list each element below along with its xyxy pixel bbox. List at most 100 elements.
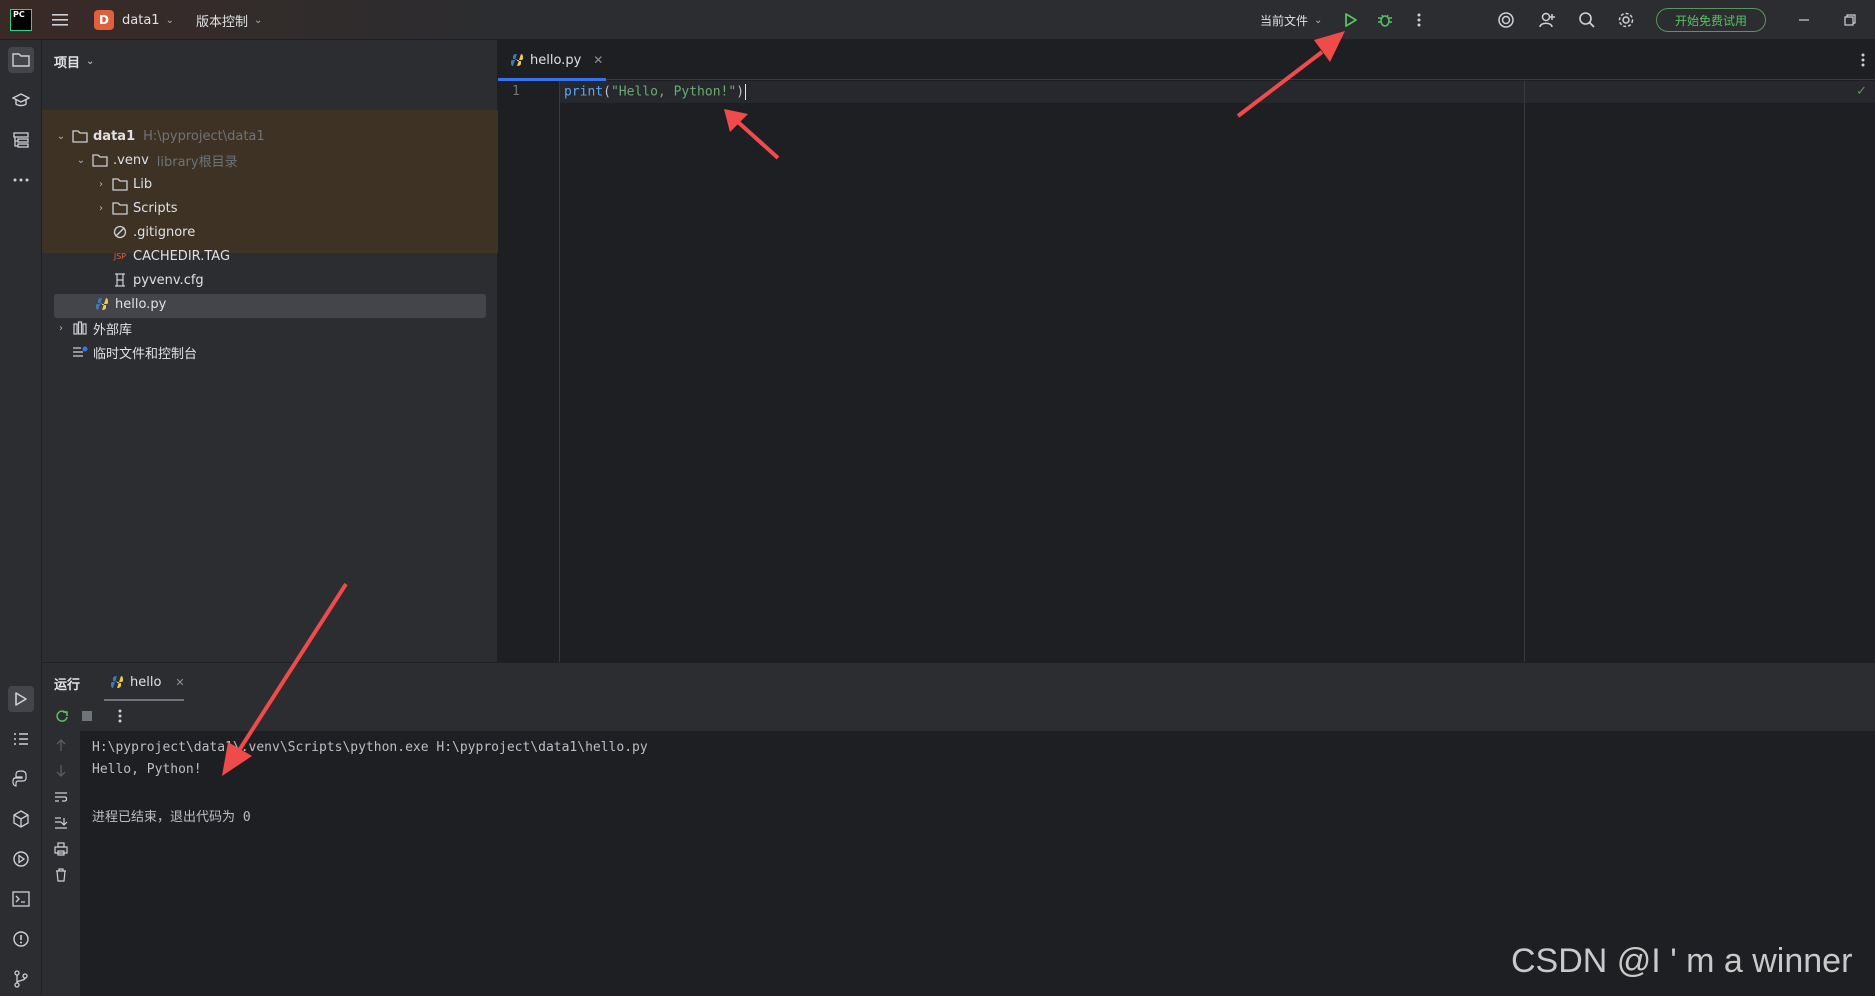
project-panel-title: 项目 — [54, 56, 81, 71]
tree-item-label: data1 — [93, 128, 136, 144]
config-file-icon — [112, 272, 128, 288]
tree-item-label: .gitignore — [133, 224, 196, 240]
add-user-icon[interactable] — [1535, 8, 1559, 32]
folder-icon — [72, 128, 88, 144]
line-gutter — [498, 81, 560, 662]
problems-icon[interactable] — [8, 926, 34, 952]
run-side-toolbar — [42, 731, 80, 996]
code-string: "Hello, Python!" — [610, 84, 737, 100]
editor-area: hello.py ✕ 1 print("Hello, Python!") ✓ — [498, 40, 1875, 662]
tree-item-venv[interactable]: ⌄ .venv library根目录 — [74, 148, 238, 172]
run-tool-icon[interactable] — [8, 686, 34, 712]
current-line-highlight — [560, 81, 1875, 103]
code-paren: ) — [736, 84, 745, 100]
tree-item-label: pyvenv.cfg — [133, 272, 204, 288]
run-config-selector[interactable]: 当前文件 ⌄ — [1260, 0, 1322, 40]
todo-list-icon[interactable] — [8, 726, 34, 752]
tree-item-path: H:\pyproject\data1 — [143, 128, 265, 144]
vcs-menu[interactable]: 版本控制 ⌄ — [196, 0, 262, 40]
tree-item-label: .venv — [113, 152, 149, 168]
tree-item-label: 外部库 — [93, 322, 133, 338]
folder-icon — [112, 200, 128, 216]
tree-item-hint: library根目录 — [156, 154, 238, 170]
run-tab-hello[interactable]: hello ✕ — [104, 663, 185, 701]
tree-item-gitignore[interactable]: .gitignore — [112, 220, 195, 244]
rerun-icon[interactable] — [50, 704, 74, 728]
tree-item-label: 临时文件和控制台 — [93, 346, 198, 362]
git-icon[interactable] — [8, 966, 34, 992]
run-icon[interactable] — [1339, 8, 1363, 32]
left-tool-bar — [0, 40, 42, 996]
services-icon[interactable] — [8, 846, 34, 872]
chevron-down-icon: ⌄ — [86, 56, 95, 67]
folder-icon — [92, 152, 108, 168]
project-switcher[interactable]: D data1 ⌄ — [94, 0, 174, 40]
tree-item-label: CACHEDIR.TAG — [133, 248, 231, 264]
python-file-icon — [94, 296, 110, 312]
title-bar: PC D data1 ⌄ 版本控制 ⌄ 当前文件 ⌄ 开始免费试用 — [0, 0, 1875, 40]
scratches-icon — [72, 344, 88, 360]
chevron-down-icon: ⌄ — [76, 154, 86, 166]
terminal-icon[interactable] — [8, 886, 34, 912]
code-function: print — [564, 84, 604, 100]
stop-icon[interactable] — [75, 704, 99, 728]
more-tools-icon[interactable] — [8, 167, 34, 193]
tree-item-cachedir[interactable]: JSP CACHEDIR.TAG — [112, 244, 230, 268]
soft-wrap-icon[interactable] — [49, 785, 73, 809]
project-folder-icon[interactable] — [8, 47, 34, 73]
more-actions-icon[interactable] — [1407, 8, 1431, 32]
tree-item-pyvenv[interactable]: pyvenv.cfg — [112, 268, 204, 292]
project-name: data1 — [122, 12, 160, 28]
chevron-right-icon: › — [99, 202, 103, 214]
print-icon[interactable] — [49, 837, 73, 861]
clear-trash-icon[interactable] — [49, 863, 73, 887]
code-line[interactable]: print("Hello, Python!") — [564, 84, 747, 100]
text-caret — [745, 84, 747, 100]
tree-item-scripts[interactable]: › Scripts — [94, 196, 177, 220]
scroll-down-icon[interactable] — [49, 759, 73, 783]
run-tab-label: hello — [130, 674, 162, 690]
tree-item-external-libs[interactable]: › 外部库 — [54, 316, 132, 340]
csdn-watermark: CSDN @I ' m a winner — [1511, 942, 1853, 980]
scroll-to-end-icon[interactable] — [49, 811, 73, 835]
no-problems-check-icon[interactable]: ✓ — [1856, 84, 1867, 99]
python-console-icon[interactable] — [8, 766, 34, 792]
python-packages-icon[interactable] — [8, 806, 34, 832]
tree-item-data1[interactable]: ⌄ data1 H:\pyproject\data1 — [54, 124, 265, 148]
settings-gear-icon[interactable] — [1614, 8, 1638, 32]
run-more-icon[interactable] — [108, 704, 132, 728]
minimize-icon[interactable] — [1792, 8, 1816, 32]
tab-hello-py[interactable]: hello.py ✕ — [498, 40, 606, 81]
console-line: 进程已结束，退出代码为 0 — [92, 810, 251, 825]
project-panel-header[interactable]: 项目 ⌄ — [54, 52, 94, 71]
chevron-right-icon: › — [59, 322, 63, 334]
chevron-down-icon: ⌄ — [165, 14, 174, 26]
tree-item-lib[interactable]: › Lib — [94, 172, 152, 196]
scroll-up-icon[interactable] — [49, 733, 73, 757]
library-icon — [72, 320, 88, 336]
tree-item-hello-py[interactable]: hello.py — [94, 292, 166, 316]
tree-item-label: hello.py — [115, 296, 167, 312]
run-config-label: 当前文件 — [1260, 13, 1309, 28]
tab-options-icon[interactable] — [1851, 48, 1875, 72]
structure-icon[interactable] — [8, 127, 34, 153]
tree-item-label: Lib — [133, 176, 153, 192]
search-icon[interactable] — [1575, 8, 1599, 32]
project-panel: 项目 ⌄ ⌄ data1 H:\pyproject\data1 ⌄ .venv … — [42, 40, 498, 662]
tree-item-scratches[interactable]: 临时文件和控制台 — [72, 340, 197, 364]
run-panel-title: 运行 — [54, 678, 81, 693]
close-tab-icon[interactable]: ✕ — [593, 53, 603, 67]
jsp-file-icon: JSP — [113, 251, 127, 261]
run-toolbar — [42, 701, 1875, 731]
main-menu-icon[interactable] — [48, 8, 72, 32]
close-tab-icon[interactable]: ✕ — [175, 676, 184, 689]
chevron-down-icon: ⌄ — [1314, 14, 1323, 26]
restore-icon[interactable] — [1838, 8, 1862, 32]
chevron-down-icon: ⌄ — [254, 14, 263, 26]
debug-icon[interactable] — [1373, 8, 1397, 32]
learn-icon[interactable] — [8, 87, 34, 113]
ai-assistant-icon[interactable] — [1494, 8, 1518, 32]
tab-label: hello.py — [530, 52, 582, 68]
start-trial-button[interactable]: 开始免费试用 — [1656, 8, 1766, 32]
folder-icon — [112, 176, 128, 192]
